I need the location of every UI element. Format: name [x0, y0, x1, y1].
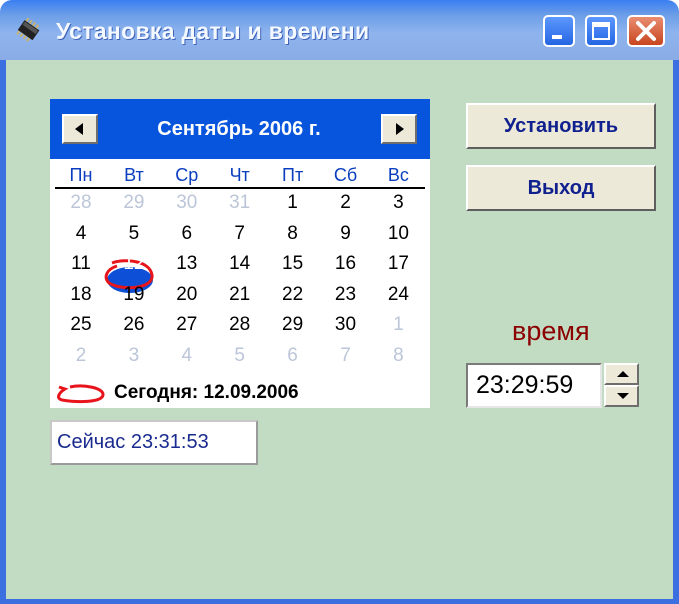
day-cell[interactable]: 31 — [214, 191, 266, 215]
prev-month-button[interactable] — [62, 114, 98, 144]
time-spin-up-button[interactable] — [604, 363, 639, 385]
day-cell[interactable]: 16 — [320, 252, 372, 276]
day-cell[interactable]: 20 — [161, 283, 213, 307]
title-bar[interactable]: Установка даты и времени — [0, 0, 679, 60]
day-cell[interactable]: 1 — [372, 313, 424, 337]
day-cell[interactable]: 8 — [267, 222, 319, 246]
day-cell[interactable]: 17 — [372, 252, 424, 276]
weekday-label: Чт — [229, 165, 250, 185]
weekday-header: Пн Вт Ср Чт Пт Сб Вс — [55, 165, 425, 189]
day-cell[interactable]: 28 — [55, 191, 107, 215]
close-icon — [636, 21, 656, 41]
day-cell[interactable]: 2 — [320, 191, 372, 215]
day-cell[interactable]: 26 — [108, 313, 160, 337]
triangle-right-icon — [396, 123, 404, 135]
window-title: Установка даты и времени — [56, 18, 370, 44]
day-cell[interactable]: 11 — [55, 252, 107, 276]
day-cell[interactable]: 14 — [214, 252, 266, 276]
day-cell[interactable]: 19 — [108, 283, 160, 307]
day-cell[interactable]: 8 — [372, 344, 424, 368]
window-frame-bottom — [0, 599, 679, 604]
day-cell[interactable]: 3 — [372, 191, 424, 215]
minimize-button[interactable] — [543, 15, 575, 47]
day-cell[interactable]: 4 — [55, 222, 107, 246]
day-cell[interactable]: 28 — [214, 313, 266, 337]
day-cell[interactable]: 6 — [161, 222, 213, 246]
day-cell[interactable]: 3 — [108, 344, 160, 368]
chip-icon — [16, 18, 40, 42]
day-cell[interactable]: 15 — [267, 252, 319, 276]
day-cell[interactable]: 21 — [214, 283, 266, 307]
exit-button[interactable]: Выход — [466, 165, 656, 211]
day-cell[interactable]: 1 — [267, 191, 319, 215]
month-calendar[interactable]: Сентябрь 2006 г. Пн Вт Ср Чт Пт Сб Вс 28 29 30 31… — [50, 99, 430, 408]
arrow-down-icon — [617, 393, 629, 399]
selected-day-cell[interactable]: 12 — [108, 252, 160, 276]
day-cell[interactable]: 25 — [55, 313, 107, 337]
day-cell[interactable]: 18 — [55, 283, 107, 307]
day-cell[interactable]: 10 — [372, 222, 424, 246]
maximize-icon — [592, 22, 610, 40]
day-cell[interactable]: 30 — [320, 313, 372, 337]
day-cell[interactable]: 6 — [267, 344, 319, 368]
day-cell[interactable]: 4 — [161, 344, 213, 368]
time-label: время — [512, 316, 590, 346]
day-cell[interactable]: 30 — [161, 191, 213, 215]
weekday-label: Вс — [387, 165, 409, 185]
day-cell[interactable]: 22 — [267, 283, 319, 307]
next-month-button[interactable] — [381, 114, 417, 144]
day-cell[interactable]: 27 — [161, 313, 213, 337]
time-input[interactable]: 23:29:59 — [466, 363, 602, 408]
day-cell[interactable]: 2 — [55, 344, 107, 368]
day-cell[interactable]: 29 — [108, 191, 160, 215]
day-cell[interactable]: 7 — [214, 222, 266, 246]
weekday-label: Ср — [175, 165, 199, 185]
day-cell[interactable]: 23 — [320, 283, 372, 307]
weekday-label: Вт — [124, 165, 144, 185]
day-cell[interactable]: 13 — [161, 252, 213, 276]
today-circle-icon — [57, 384, 105, 404]
weekday-label: Пт — [282, 165, 304, 185]
window-frame-right — [673, 60, 679, 604]
day-cell[interactable]: 24 — [372, 283, 424, 307]
maximize-button[interactable] — [585, 15, 617, 47]
day-cell[interactable]: 29 — [267, 313, 319, 337]
month-title[interactable]: Сентябрь 2006 г. — [104, 112, 374, 146]
day-cell[interactable]: 5 — [214, 344, 266, 368]
calendar-header: Сентябрь 2006 г. — [50, 99, 430, 159]
day-cell[interactable]: 9 — [320, 222, 372, 246]
today-label[interactable]: Сегодня: 12.09.2006 — [114, 381, 299, 405]
day-cell[interactable]: 5 — [108, 222, 160, 246]
weekday-label: Пн — [69, 165, 93, 185]
day-cell[interactable]: 7 — [320, 344, 372, 368]
minimize-icon — [552, 35, 562, 39]
date-time-window: Установка даты и времени Сентябрь 2006 г… — [0, 0, 679, 604]
current-time-display: Сейчас 23:31:53 — [50, 420, 258, 465]
set-button[interactable]: Установить — [466, 103, 656, 149]
close-button[interactable] — [627, 15, 665, 47]
time-spin-down-button[interactable] — [604, 385, 639, 407]
weekday-label: Сб — [333, 165, 358, 185]
triangle-left-icon — [75, 123, 83, 135]
arrow-up-icon — [617, 371, 629, 377]
